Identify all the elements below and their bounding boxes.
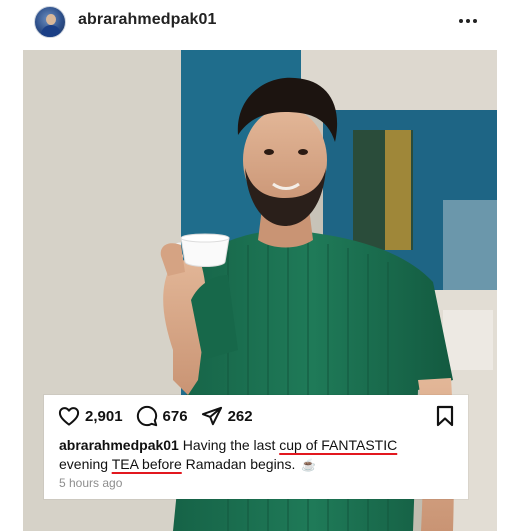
post-header: abrarahmedpak01 bbox=[0, 0, 520, 44]
caption-text-2: cup of FANTASTIC bbox=[279, 437, 398, 453]
comment-icon[interactable] bbox=[136, 405, 158, 427]
post-caption: abrarahmedpak01 Having the last cup of F… bbox=[59, 436, 449, 475]
caption-text-3: evening bbox=[59, 456, 112, 472]
heart-icon[interactable] bbox=[58, 406, 80, 426]
bookmark-icon[interactable] bbox=[436, 405, 454, 427]
avatar-face bbox=[46, 14, 56, 25]
post-info-card: 2,901 676 262 abrarahmedpak01 Having the… bbox=[44, 395, 468, 499]
post-timestamp: 5 hours ago bbox=[59, 476, 123, 490]
avatar-figure bbox=[41, 25, 61, 37]
like-count: 2,901 bbox=[85, 407, 123, 425]
comment-count: 676 bbox=[162, 407, 188, 425]
action-bar: 2,901 676 262 bbox=[58, 403, 266, 429]
share-count: 262 bbox=[227, 407, 253, 425]
caption-text-1: Having the last bbox=[178, 437, 280, 453]
post-username[interactable]: abrarahmedpak01 bbox=[78, 11, 216, 29]
caption-username[interactable]: abrarahmedpak01 bbox=[59, 437, 179, 453]
like-action[interactable]: 2,901 bbox=[58, 406, 123, 426]
share-action[interactable]: 262 bbox=[201, 406, 253, 426]
caption-text-4: TEA before bbox=[111, 456, 182, 472]
coffee-cup-icon: ☕ bbox=[301, 458, 317, 472]
more-icon[interactable] bbox=[456, 11, 480, 31]
avatar[interactable] bbox=[34, 6, 66, 38]
caption-text-5: Ramadan begins. bbox=[181, 456, 300, 472]
comment-action[interactable]: 676 bbox=[136, 405, 188, 427]
share-icon[interactable] bbox=[201, 406, 223, 426]
